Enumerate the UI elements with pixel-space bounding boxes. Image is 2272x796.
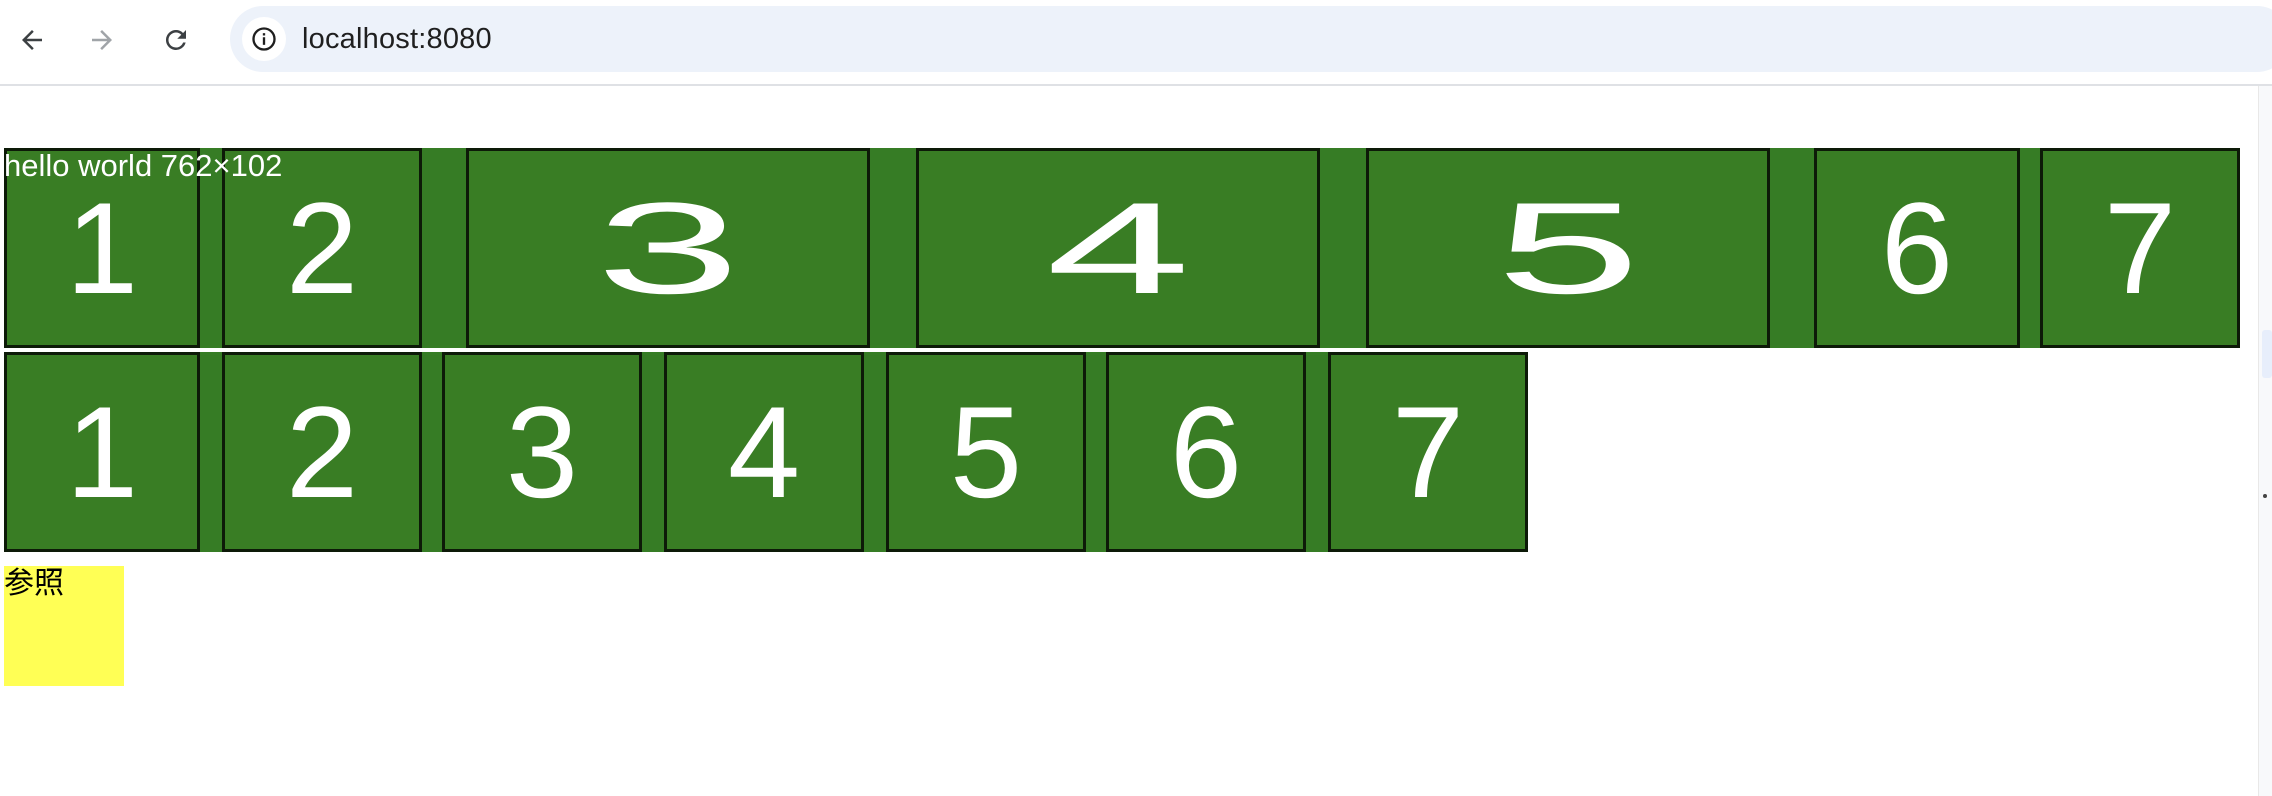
browser-toolbar: localhost:8080	[0, 0, 2272, 86]
wide-tile-7: 7	[2040, 148, 2240, 348]
wide-tile-4: 4	[916, 148, 1320, 348]
wide-tile-4-label: 4	[1045, 175, 1191, 321]
square-tile-2: 2	[222, 352, 422, 552]
square-tile-3-label: 3	[505, 379, 579, 525]
forward-arrow-icon	[92, 30, 112, 50]
back-arrow-icon	[22, 30, 42, 50]
back-button[interactable]	[4, 12, 60, 68]
url-text[interactable]: localhost:8080	[302, 6, 492, 72]
wide-tile-6-label: 6	[1880, 175, 1954, 321]
square-tile-6-label: 6	[1169, 379, 1243, 525]
square-tile-7-label: 7	[1391, 379, 1465, 525]
square-tile-1: 1	[4, 352, 200, 552]
scrollbar-marker	[2263, 494, 2267, 498]
square-tile-4: 4	[664, 352, 864, 552]
square-tile-5: 5	[886, 352, 1086, 552]
page-viewport: 1 2 3 4 5 6 7 hello world 762×102 1 2 3 …	[0, 86, 2258, 796]
square-tile-5-label: 5	[949, 379, 1023, 525]
wide-tile-5: 5	[1366, 148, 1770, 348]
square-tile-7: 7	[1328, 352, 1528, 552]
wide-tile-6: 6	[1814, 148, 2020, 348]
wide-tile-1-label: 1	[65, 175, 139, 321]
wide-tile-3-label: 3	[595, 175, 741, 321]
wide-tile-7-label: 7	[2103, 175, 2177, 321]
forward-button[interactable]	[74, 12, 130, 68]
vertical-scrollbar[interactable]	[2258, 86, 2272, 796]
square-tile-2-label: 2	[285, 379, 359, 525]
reference-label: 参照	[4, 566, 64, 601]
size-overlay-label: hello world 762×102	[4, 148, 283, 183]
url-port: :8080	[418, 23, 492, 55]
square-tile-3: 3	[442, 352, 642, 552]
site-info-icon[interactable]	[242, 17, 286, 61]
reference-box: 参照	[4, 566, 124, 686]
reload-button[interactable]	[148, 12, 204, 68]
wide-tile-5-label: 5	[1495, 175, 1641, 321]
wide-tile-3: 3	[466, 148, 870, 348]
square-tile-1-label: 1	[65, 379, 139, 525]
reload-icon	[165, 29, 186, 50]
scrollbar-thumb[interactable]	[2262, 330, 2272, 378]
square-tile-4-label: 4	[727, 379, 801, 525]
address-bar[interactable]: localhost:8080	[230, 6, 2272, 72]
wide-tile-2-label: 2	[285, 175, 359, 321]
square-tile-6: 6	[1106, 352, 1306, 552]
url-host: localhost	[302, 23, 419, 55]
